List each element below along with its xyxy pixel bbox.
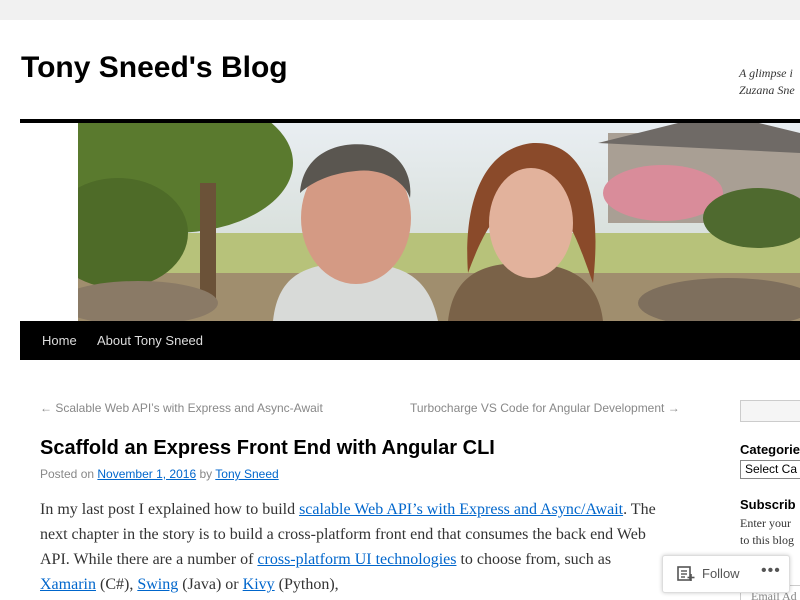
nav-item-about[interactable]: About Tony Sneed [97, 321, 203, 360]
follow-button[interactable]: Follow ••• [662, 555, 790, 593]
follow-label: Follow [702, 566, 740, 581]
sidebar-search-input[interactable] [740, 400, 800, 422]
content-text: (Python), [274, 576, 339, 593]
posted-on-label: Posted on [40, 467, 95, 481]
content-text: (C#), [95, 576, 138, 593]
link-xamarin[interactable]: Xamarin [40, 576, 96, 593]
post-title[interactable]: Scaffold an Express Front End with Angul… [40, 437, 495, 460]
more-options-icon[interactable]: ••• [761, 562, 781, 580]
subscribe-text: Enter your to this blog [740, 515, 800, 549]
content-text: to choose from, such as [456, 551, 612, 568]
content-text: In my last post I explained how to build [40, 501, 300, 518]
subscribe-text-line2: to this blog [740, 533, 795, 547]
post-content: In my last post I explained how to build… [40, 497, 660, 597]
nav-item-home[interactable]: Home [42, 321, 77, 360]
categories-heading: Categorie [740, 442, 800, 457]
page: Tony Sneed's Blog A glimpse i Zuzana Sne [0, 20, 800, 600]
link-kivy[interactable]: Kivy [243, 576, 275, 593]
content-text: (Java) or [178, 576, 243, 593]
header-image [78, 123, 800, 321]
site-description-line1: A glimpse i [739, 66, 793, 80]
link-cross-platform-ui[interactable]: cross-platform UI technologies [257, 551, 456, 568]
categories-select[interactable]: Select Ca [740, 460, 800, 479]
subscribe-text-line1: Enter your [740, 516, 791, 530]
previous-post-link[interactable]: ← Scalable Web API’s with Express and As… [40, 401, 323, 415]
link-scalable-web-api[interactable]: scalable Web API’s with Express and Asyn… [299, 501, 623, 518]
next-post-link[interactable]: Turbocharge VS Code for Angular Developm… [410, 401, 680, 415]
by-label: by [199, 467, 213, 481]
subscribe-heading: Subscrib [740, 497, 796, 512]
post-date-link[interactable]: November 1, 2016 [97, 467, 196, 481]
follow-icon [677, 566, 695, 587]
link-swing[interactable]: Swing [137, 576, 178, 593]
post-meta: Posted on November 1, 2016 by Tony Sneed [40, 467, 279, 481]
site-description-line2: Zuzana Sne [739, 83, 795, 97]
post-author-link[interactable]: Tony Sneed [215, 467, 278, 481]
main-nav: Home About Tony Sneed [20, 321, 800, 360]
site-description: A glimpse i Zuzana Sne [739, 65, 800, 99]
site-title[interactable]: Tony Sneed's Blog [21, 51, 288, 85]
